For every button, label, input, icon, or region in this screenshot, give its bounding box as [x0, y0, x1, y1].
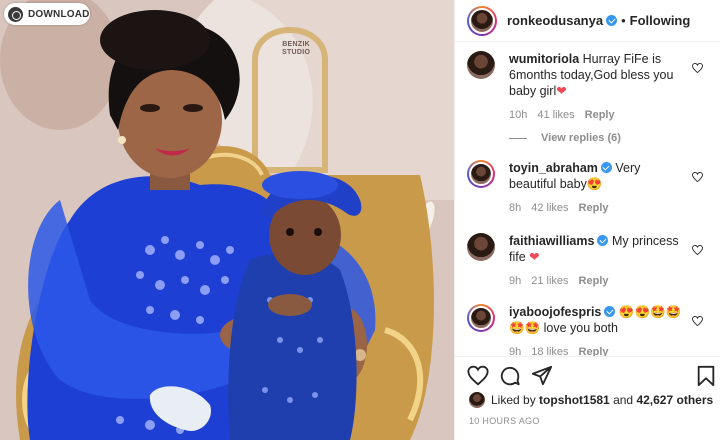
comment-likes[interactable]: 21 likes [531, 275, 568, 287]
download-icon [8, 6, 23, 22]
comment-username[interactable]: iyaboojofespris [509, 305, 601, 319]
download-button[interactable]: DOWNLOAD [4, 3, 90, 25]
comment-age: 8h [509, 202, 522, 214]
comment-likes[interactable]: 42 likes [531, 202, 568, 214]
download-label: DOWNLOAD [28, 8, 90, 20]
view-replies-label: View replies (6) [541, 132, 621, 144]
liked-by-others[interactable]: 42,627 others [636, 393, 713, 407]
verified-badge-icon [597, 235, 609, 246]
reply-button[interactable]: Reply [579, 202, 609, 214]
commenter-avatar[interactable] [467, 51, 495, 79]
following-button[interactable]: Following [630, 13, 691, 28]
author-avatar[interactable] [467, 5, 497, 36]
reply-button[interactable]: Reply [585, 109, 615, 121]
commenter-avatar[interactable] [467, 160, 495, 188]
comment-message: love you both [543, 321, 618, 335]
comment-age: 9h [509, 346, 522, 356]
heart-icon[interactable] [692, 245, 703, 255]
watermark-line-1: BENZIK [282, 41, 311, 48]
comment-meta: 8h 42 likes Reply [509, 202, 717, 214]
comment-icon[interactable] [499, 365, 521, 387]
reply-button[interactable]: Reply [579, 346, 609, 356]
liker-avatar[interactable] [469, 392, 485, 408]
comment-username[interactable]: wumitoriola [509, 52, 579, 66]
verified-badge-icon [600, 162, 612, 173]
liked-by-prefix: Liked by [491, 393, 536, 407]
post-photo: DOWNLOAD BENZIK STUDIO [0, 0, 454, 440]
comment-likes[interactable]: 41 likes [537, 109, 574, 121]
comment-item: toyin_abraham Very beautiful baby😍 8h 42… [467, 160, 717, 214]
verified-badge-icon [604, 306, 616, 317]
comment-item: iyaboojofespris 😍😍🤩🤩🤩🤩 love you both 9h … [467, 304, 717, 356]
comments-list[interactable]: wumitoriola Hurray FiFe is 6months today… [455, 43, 720, 356]
liker-username[interactable]: topshot1581 [539, 393, 610, 407]
post-timestamp[interactable]: 10 HOURS AGO [469, 416, 540, 426]
comment-meta: 9h 21 likes Reply [509, 275, 717, 287]
verified-badge-icon [606, 15, 618, 26]
comment-likes[interactable]: 18 likes [531, 346, 568, 356]
comment-emoji: ❤ [529, 250, 540, 264]
comment-text: wumitoriola Hurray FiFe is 6months today… [509, 51, 691, 99]
post-side-panel: ronkeodusanya • Following wumitoriola Hu… [454, 0, 720, 440]
watermark-line-2: STUDIO [282, 49, 311, 56]
header-separator: • [621, 13, 626, 28]
view-replies-line [509, 137, 527, 139]
view-replies-button[interactable]: View replies (6) [509, 132, 621, 144]
comment-age: 10h [509, 109, 528, 121]
comment-meta: 10h 41 likes Reply [509, 109, 717, 121]
comment-emoji: ❤ [556, 84, 567, 98]
heart-icon[interactable] [692, 172, 703, 182]
likes-summary: Liked by topshot1581 and 42,627 others [469, 392, 713, 408]
author-username[interactable]: ronkeodusanya [507, 13, 603, 28]
liked-by-and: and [613, 393, 634, 407]
commenter-avatar[interactable] [467, 304, 495, 332]
comment-age: 9h [509, 275, 522, 287]
comment-text: iyaboojofespris 😍😍🤩🤩🤩🤩 love you both [509, 304, 691, 336]
reply-button[interactable]: Reply [579, 275, 609, 287]
comment-meta: 9h 18 likes Reply [509, 346, 717, 356]
heart-icon[interactable] [692, 316, 703, 326]
studio-watermark: BENZIK STUDIO [282, 41, 310, 57]
comment-item: wumitoriola Hurray FiFe is 6months today… [467, 51, 717, 121]
post-actions: Liked by topshot1581 and 42,627 others 1… [455, 356, 720, 440]
heart-icon[interactable] [692, 63, 703, 73]
commenter-avatar[interactable] [467, 233, 495, 261]
bookmark-icon[interactable] [695, 365, 717, 387]
share-icon[interactable] [531, 365, 553, 387]
comment-username[interactable]: faithiawilliams [509, 234, 594, 248]
comment-username[interactable]: toyin_abraham [509, 161, 598, 175]
comment-item: faithiawilliams My princess fife ❤ 9h 21… [467, 233, 717, 287]
post-image-art [0, 0, 454, 440]
post-header: ronkeodusanya • Following [455, 0, 720, 42]
comment-emoji: 😍 [586, 177, 603, 191]
comment-text: toyin_abraham Very beautiful baby😍 [509, 160, 691, 192]
like-heart-icon[interactable] [467, 365, 489, 387]
comment-text: faithiawilliams My princess fife ❤ [509, 233, 691, 265]
